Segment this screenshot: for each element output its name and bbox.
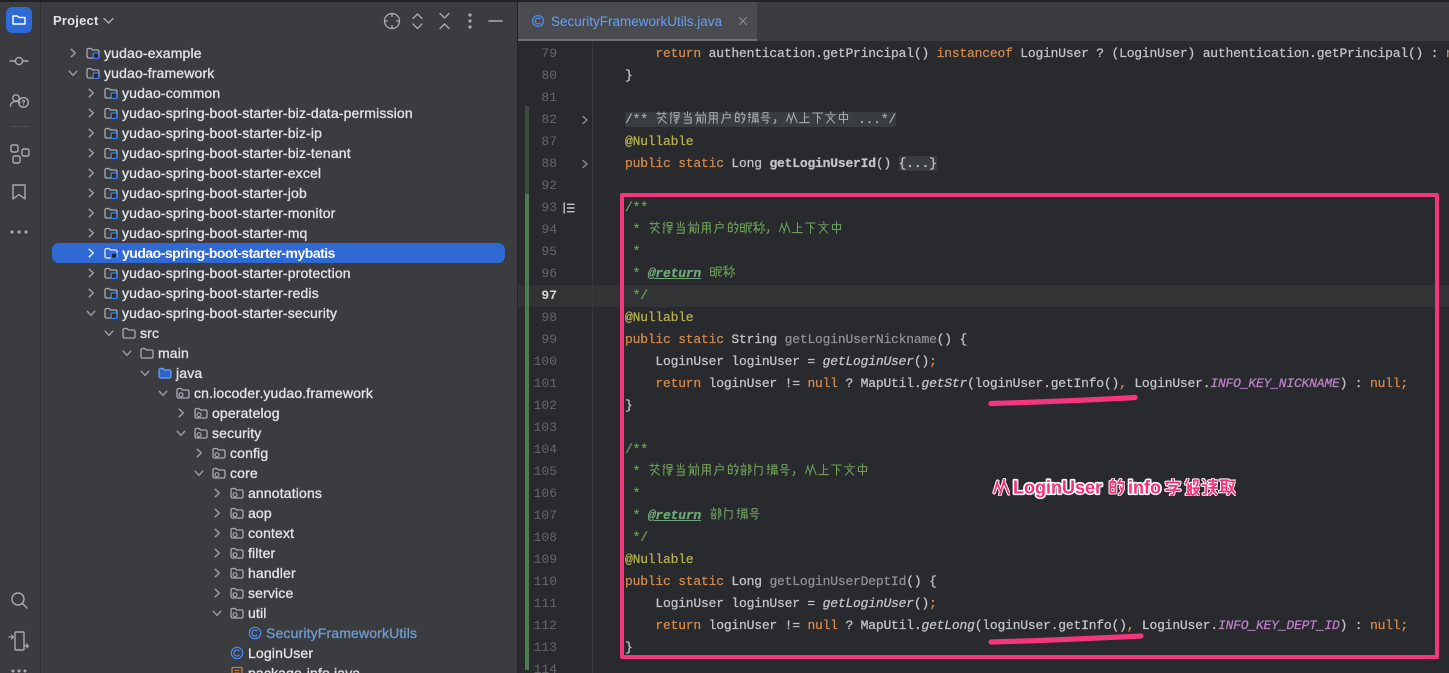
svg-text:LoginUser: LoginUser	[1013, 478, 1102, 498]
svg-text:info: info	[1128, 478, 1161, 498]
